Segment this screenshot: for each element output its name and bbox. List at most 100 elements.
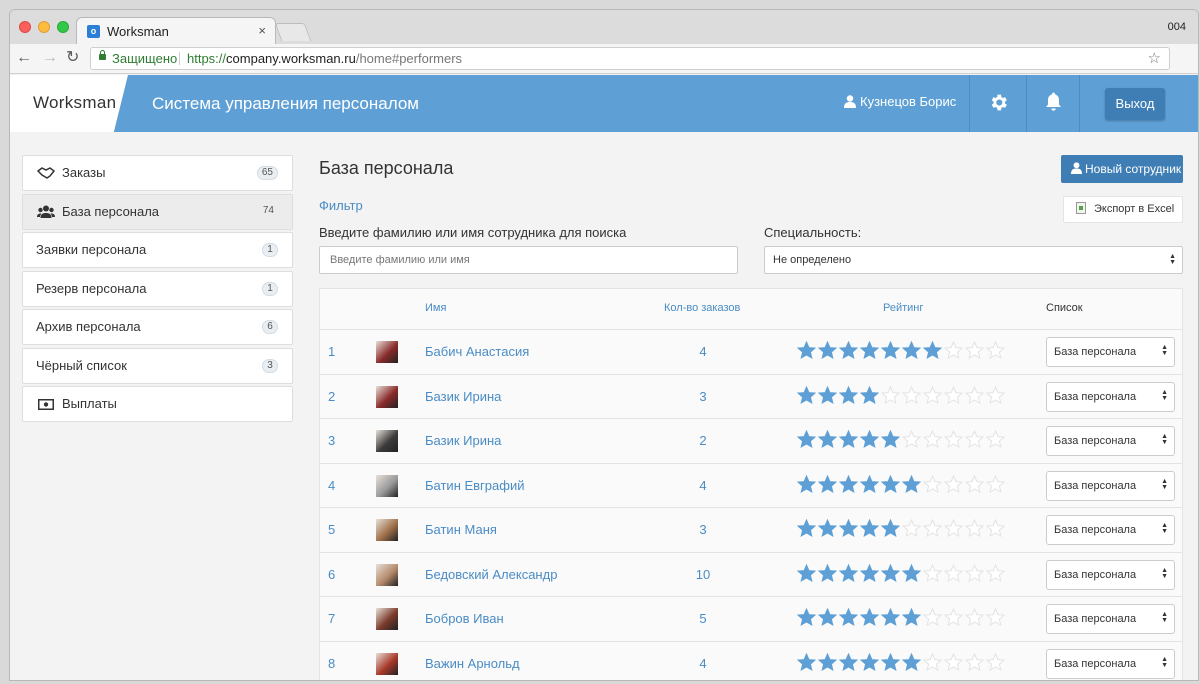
bell-icon[interactable] [1045, 92, 1062, 112]
gear-icon[interactable] [988, 92, 1009, 113]
star-empty-icon[interactable] [986, 652, 1005, 672]
star-filled-icon[interactable] [839, 474, 858, 494]
list-select[interactable]: База персонала ▲ ▼ [1046, 604, 1175, 634]
star-filled-icon[interactable] [797, 341, 816, 360]
star-filled-icon[interactable] [839, 563, 858, 583]
star-empty-icon[interactable] [965, 474, 984, 494]
employee-name-link[interactable]: Важин Арнольд [425, 656, 520, 671]
star-filled-icon[interactable] [818, 608, 837, 627]
star-empty-icon[interactable] [986, 474, 1005, 494]
star-filled-icon[interactable] [797, 519, 816, 538]
star-empty-icon[interactable] [923, 652, 942, 672]
avatar[interactable] [376, 563, 398, 586]
star-filled-icon[interactable] [818, 563, 837, 583]
star-empty-icon[interactable] [965, 519, 984, 538]
star-filled-icon[interactable] [881, 430, 900, 449]
star-empty-icon[interactable] [986, 341, 1005, 360]
star-filled-icon[interactable] [860, 519, 879, 538]
star-empty-icon[interactable] [965, 563, 984, 583]
sidebar-item[interactable]: Выплаты [22, 386, 293, 422]
star-filled-icon[interactable] [881, 652, 900, 672]
list-select[interactable]: База персонала ▲ ▼ [1046, 470, 1175, 501]
employee-name-link[interactable]: Бедовский Александр [425, 567, 557, 582]
star-filled-icon[interactable] [860, 385, 879, 405]
address-bar[interactable]: Защищено https://company.worksman.ru/hom… [90, 47, 1170, 70]
star-filled-icon[interactable] [818, 341, 837, 360]
star-filled-icon[interactable] [881, 474, 900, 494]
employee-name-link[interactable]: Батин Маня [425, 522, 497, 537]
star-filled-icon[interactable] [797, 563, 816, 583]
star-empty-icon[interactable] [944, 652, 963, 672]
avatar[interactable] [376, 385, 398, 408]
star-filled-icon[interactable] [902, 608, 921, 627]
list-select[interactable]: База персонала ▲ ▼ [1046, 559, 1175, 590]
star-empty-icon[interactable] [923, 519, 942, 538]
search-input[interactable] [319, 246, 738, 274]
star-filled-icon[interactable] [860, 652, 879, 672]
star-empty-icon[interactable] [986, 563, 1005, 583]
star-filled-icon[interactable] [818, 385, 837, 405]
star-filled-icon[interactable] [818, 474, 837, 494]
star-empty-icon[interactable] [965, 385, 984, 405]
star-filled-icon[interactable] [881, 519, 900, 538]
star-filled-icon[interactable] [860, 563, 879, 583]
list-select[interactable]: База персонала ▲ ▼ [1046, 648, 1175, 679]
star-empty-icon[interactable] [986, 430, 1005, 449]
employee-name-link[interactable]: Бабич Анастасия [425, 344, 529, 359]
sidebar-item[interactable]: Чёрный список 3 [22, 347, 293, 384]
employee-name-link[interactable]: Батин Евграфий [425, 478, 524, 493]
star-empty-icon[interactable] [944, 385, 963, 405]
list-select[interactable]: База персонала ▲ ▼ [1046, 381, 1175, 412]
star-empty-icon[interactable] [965, 652, 984, 672]
sidebar-item[interactable]: Резерв персонала 1 [22, 270, 293, 307]
forward-arrow-icon[interactable]: → [42, 49, 58, 67]
avatar[interactable] [376, 608, 398, 630]
browser-tab[interactable]: o Worksman × [76, 17, 276, 45]
avatar[interactable] [376, 430, 398, 452]
star-empty-icon[interactable] [881, 385, 900, 405]
star-filled-icon[interactable] [902, 652, 921, 672]
sidebar-item[interactable]: Архив персонала 6 [22, 309, 293, 345]
column-header-name[interactable]: Имя [425, 302, 446, 314]
star-filled-icon[interactable] [860, 341, 879, 360]
star-empty-icon[interactable] [944, 341, 963, 360]
star-empty-icon[interactable] [944, 563, 963, 583]
star-filled-icon[interactable] [818, 652, 837, 672]
star-filled-icon[interactable] [839, 608, 858, 627]
star-filled-icon[interactable] [797, 385, 816, 405]
star-empty-icon[interactable] [923, 385, 942, 405]
star-filled-icon[interactable] [797, 652, 816, 672]
star-empty-icon[interactable] [923, 474, 942, 494]
star-empty-icon[interactable] [986, 385, 1005, 405]
star-empty-icon[interactable] [923, 563, 942, 583]
avatar[interactable] [376, 341, 398, 363]
specialty-select[interactable]: Не определено ▲ ▼ [764, 246, 1183, 274]
star-filled-icon[interactable] [881, 608, 900, 627]
star-filled-icon[interactable] [902, 474, 921, 494]
star-filled-icon[interactable] [797, 430, 816, 449]
star-filled-icon[interactable] [797, 608, 816, 627]
export-excel-button[interactable]: Экспорт в Excel [1063, 196, 1183, 223]
list-select[interactable]: База персонала ▲ ▼ [1046, 426, 1175, 456]
tab-close-icon[interactable]: × [258, 23, 266, 38]
minimize-window-button[interactable] [38, 21, 50, 33]
star-empty-icon[interactable] [902, 385, 921, 405]
star-empty-icon[interactable] [944, 608, 963, 627]
avatar[interactable] [376, 474, 398, 497]
star-empty-icon[interactable] [923, 608, 942, 627]
star-filled-icon[interactable] [839, 385, 858, 405]
star-filled-icon[interactable] [797, 474, 816, 494]
star-filled-icon[interactable] [881, 341, 900, 360]
sidebar-item[interactable]: База персонала 74 [22, 193, 293, 230]
new-employee-button[interactable]: Новый сотрудник [1061, 155, 1183, 183]
star-filled-icon[interactable] [902, 341, 921, 360]
reload-icon[interactable]: ↻ [66, 49, 79, 67]
star-filled-icon[interactable] [839, 341, 858, 360]
user-menu[interactable]: Кузнецов Борис [844, 94, 956, 109]
star-empty-icon[interactable] [902, 519, 921, 538]
avatar[interactable] [376, 519, 398, 541]
list-select[interactable]: База персонала ▲ ▼ [1046, 515, 1175, 545]
star-empty-icon[interactable] [965, 608, 984, 627]
logout-button[interactable]: Выход [1105, 88, 1165, 120]
star-empty-icon[interactable] [944, 519, 963, 538]
